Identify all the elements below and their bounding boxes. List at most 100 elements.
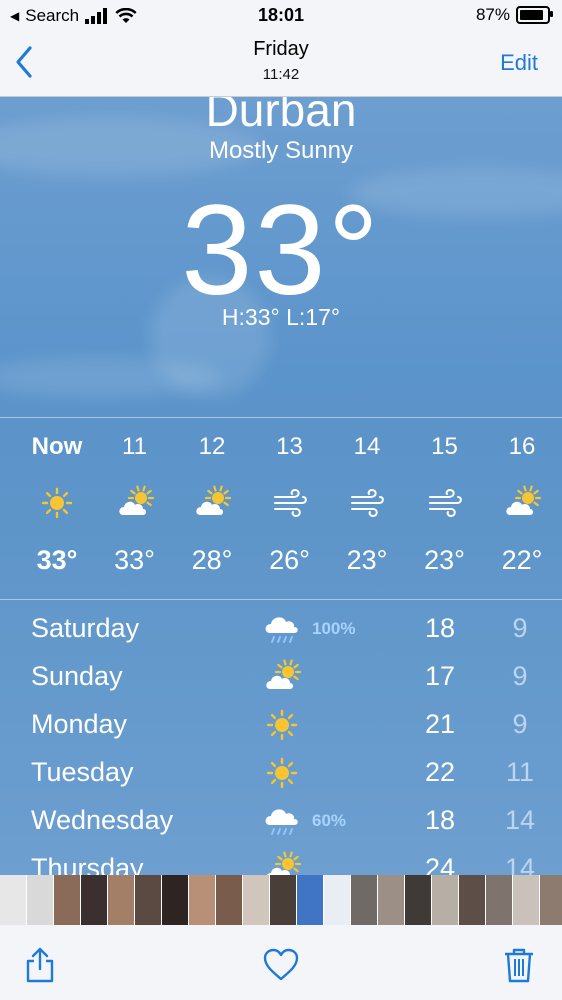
hourly-item: 16 22° — [484, 419, 560, 599]
photo-thumbnail[interactable] — [0, 875, 26, 925]
heart-icon[interactable] — [261, 945, 301, 985]
photo-thumbnail[interactable] — [378, 875, 404, 925]
rain-icon — [262, 803, 302, 839]
daily-high: 17 — [424, 661, 456, 691]
partly-cloudy-icon — [174, 485, 250, 521]
day-name: Sunday — [31, 661, 123, 691]
daily-row: Monday 21 9 — [0, 701, 562, 749]
divider — [0, 599, 562, 600]
hourly-time: 14 — [353, 433, 381, 460]
high-low: H:33° L:17° — [221, 304, 341, 330]
partly-cloudy-icon — [484, 485, 560, 521]
hourly-temp: 26° — [269, 545, 310, 575]
hourly-item: 15 23° — [407, 419, 483, 599]
day-name: Wednesday — [31, 805, 174, 835]
photo-thumbnail[interactable] — [351, 875, 377, 925]
partly-cloudy-icon — [97, 485, 173, 521]
battery-fill — [520, 10, 543, 20]
daily-high: 18 — [424, 613, 456, 643]
hourly-temp: 33° — [36, 545, 78, 575]
photo-thumbnail[interactable] — [243, 875, 269, 925]
hourly-item: 13 26° — [252, 419, 328, 599]
hourly-item: 12 28° — [174, 419, 250, 599]
photo-thumbnail[interactable] — [54, 875, 80, 925]
hourly-time: 15 — [431, 433, 458, 460]
photo-thumbnail[interactable] — [162, 875, 188, 925]
hourly-item: 14 23° — [329, 419, 405, 599]
partly-cloudy-icon — [262, 851, 302, 875]
day-name: Tuesday — [31, 757, 134, 787]
daily-row: Tuesday 22 11 — [0, 749, 562, 797]
daily-high: 18 — [424, 805, 456, 835]
hourly-temp: 33° — [114, 545, 155, 575]
current-temperature: 33° — [181, 179, 381, 322]
photo-thumbnail[interactable] — [513, 875, 539, 925]
photo-thumbnail[interactable] — [270, 875, 296, 925]
photo-thumbnail[interactable] — [405, 875, 431, 925]
daily-row: Sunday 17 9 — [0, 653, 562, 701]
sun-icon — [19, 485, 95, 521]
photo-thumbnail[interactable] — [297, 875, 323, 925]
photo-thumbnail[interactable] — [459, 875, 485, 925]
nav-subtitle: 11:42 — [262, 66, 300, 83]
divider — [0, 417, 562, 418]
photo-thumbnail[interactable] — [216, 875, 242, 925]
weather-condition: Mostly Sunny — [208, 137, 354, 164]
trash-icon[interactable] — [499, 945, 539, 985]
photo-thumbnail[interactable] — [432, 875, 458, 925]
wind-icon — [329, 485, 405, 521]
hourly-temp: 22° — [501, 545, 543, 575]
daily-low: 9 — [512, 613, 528, 643]
daily-low: 14 — [504, 805, 536, 835]
photo-thumbnail[interactable] — [189, 875, 215, 925]
daily-low: 9 — [512, 709, 528, 739]
edit-button[interactable]: Edit — [500, 50, 538, 76]
daily-low: 9 — [512, 661, 528, 691]
battery-percent: 87% — [475, 5, 510, 24]
precip-chance: 100% — [312, 619, 356, 638]
hourly-temp: 23° — [346, 545, 388, 575]
photo-thumbnail[interactable] — [108, 875, 134, 925]
photo-thumbnail[interactable] — [540, 875, 562, 925]
partly-cloudy-icon — [262, 659, 302, 695]
sun-icon — [262, 707, 302, 743]
hourly-time: 11 — [122, 433, 147, 460]
hourly-forecast: Now 33° 11 33° 12 28° 13 26° 14 23° 15 23° 16 2… — [0, 419, 562, 599]
bottom-toolbar — [0, 925, 562, 1000]
share-icon[interactable] — [20, 945, 60, 985]
photo-thumbnail[interactable] — [27, 875, 53, 925]
sun-icon — [262, 755, 302, 791]
hourly-time: Now — [31, 433, 83, 460]
hourly-temp: 28° — [191, 545, 233, 575]
city-name: Durban — [205, 97, 357, 136]
hourly-time: 16 — [508, 433, 536, 460]
photo-thumbnail[interactable] — [81, 875, 107, 925]
thumbnail-strip[interactable] — [0, 875, 562, 925]
hourly-time: 13 — [276, 433, 303, 460]
day-name: Saturday — [31, 613, 140, 643]
daily-low: 14 — [504, 853, 536, 875]
hourly-item: 11 33° — [97, 419, 173, 599]
wind-icon — [407, 485, 483, 521]
precip-chance: 60% — [312, 811, 347, 830]
daily-row: Saturday 100% 18 9 — [0, 605, 562, 653]
status-bar: ◀ Search 18:01 87% — [0, 0, 562, 32]
photo-thumbnail[interactable] — [324, 875, 350, 925]
wind-icon — [252, 485, 328, 521]
daily-high: 22 — [424, 757, 456, 787]
hourly-time: 12 — [198, 433, 226, 460]
day-name: Monday — [31, 709, 128, 739]
rain-icon — [262, 611, 302, 647]
photo-thumbnail[interactable] — [486, 875, 512, 925]
daily-high: 24 — [424, 853, 456, 875]
nav-bar: Friday 11:42 Edit — [0, 32, 562, 97]
hourly-item: Now 33° — [19, 419, 95, 599]
daily-low: 11 — [505, 757, 535, 787]
daily-row: Wednesday 60% 18 14 — [0, 797, 562, 845]
nav-title: Friday — [253, 38, 309, 60]
battery-icon — [516, 6, 553, 24]
day-name: Thursday — [31, 853, 144, 875]
photo-thumbnail[interactable] — [135, 875, 161, 925]
daily-high: 21 — [424, 709, 456, 739]
daily-row: Thursday 24 14 — [0, 845, 562, 875]
